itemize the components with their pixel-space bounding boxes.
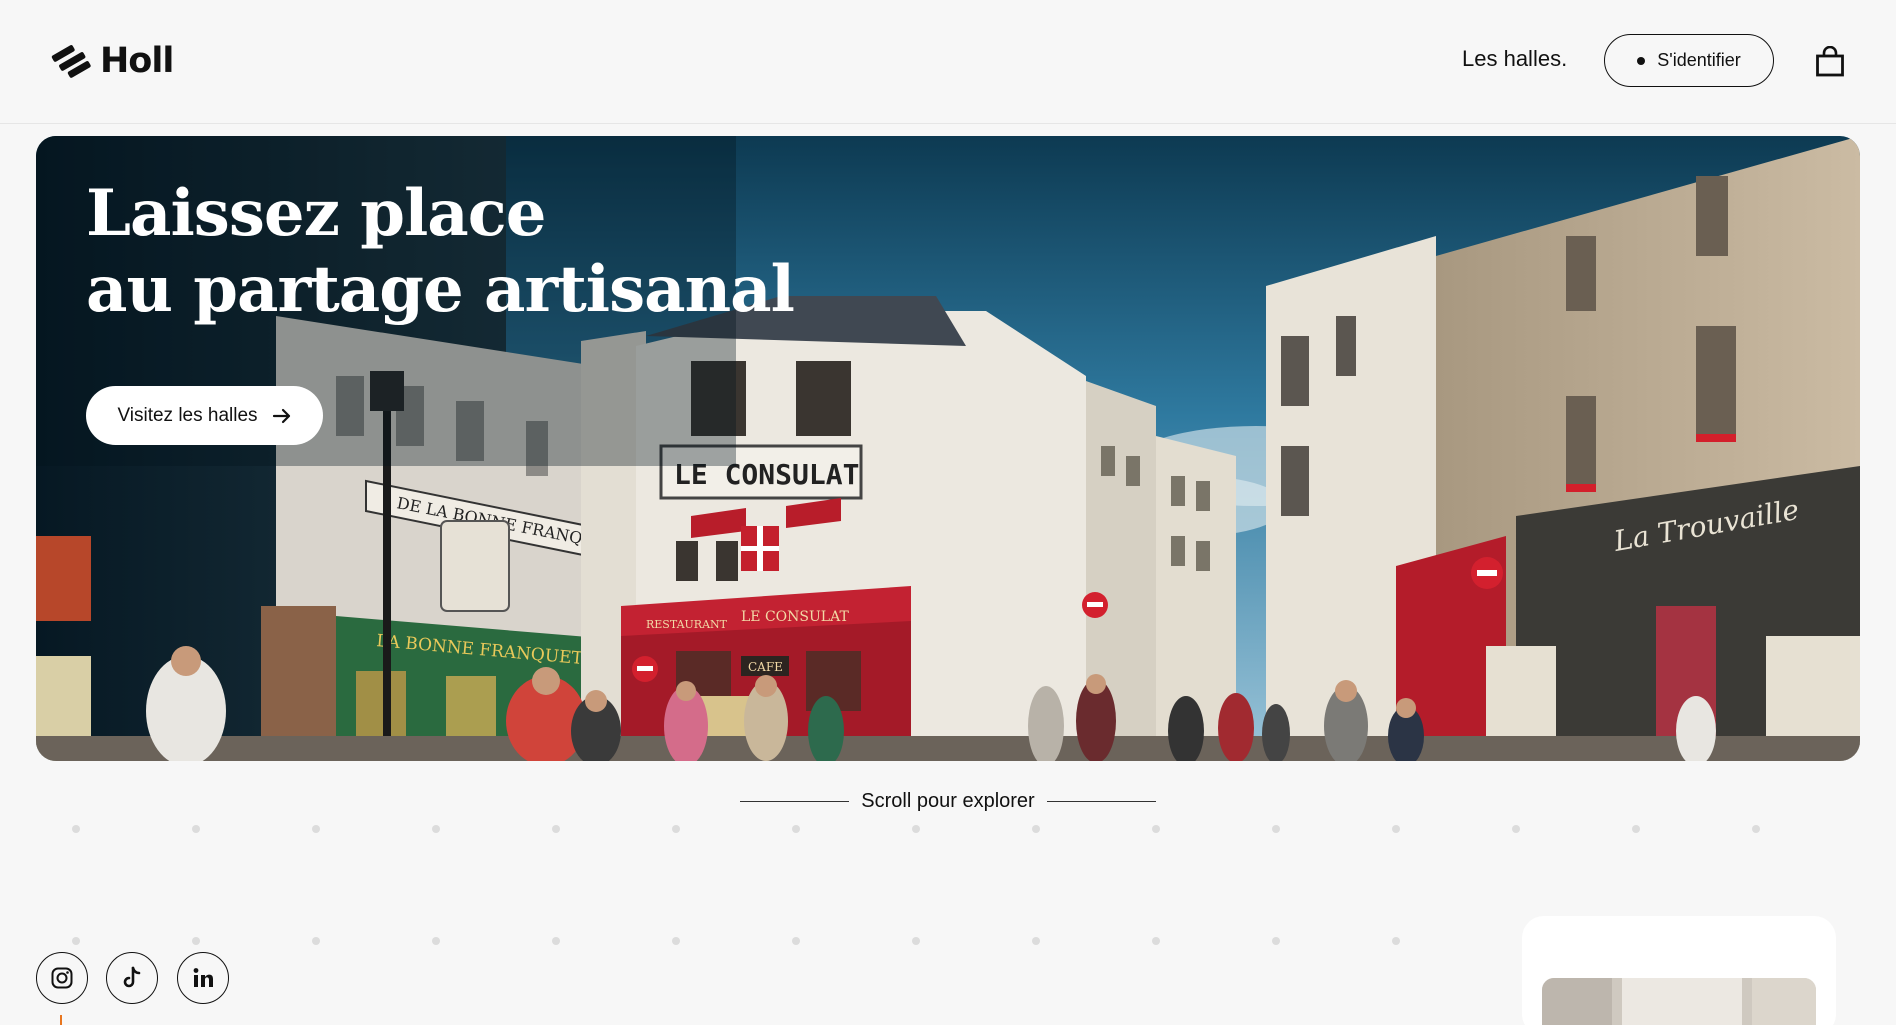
grid-dot [672, 937, 680, 945]
grid-dot [312, 937, 320, 945]
grid-dot [1392, 937, 1400, 945]
scroll-hint: Scroll pour explorer [740, 788, 1157, 814]
grid-dot [912, 825, 920, 833]
hero-title-line-1: Laissez place [86, 176, 546, 251]
login-button[interactable]: S'identifier [1604, 34, 1774, 87]
hero-title: Laissez place au partage artisanal [86, 176, 795, 328]
grid-dot [672, 825, 680, 833]
login-button-label: S'identifier [1657, 50, 1741, 70]
status-dot-icon [1637, 56, 1646, 65]
grid-dot [192, 825, 200, 833]
grid-dot [792, 937, 800, 945]
grid-dot [312, 825, 320, 833]
grid-dot [1272, 825, 1280, 833]
tiktok-link[interactable] [106, 952, 158, 1004]
grid-dot [1032, 825, 1040, 833]
hero-banner: DE LA BONNE FRANQUETTE LA BONNE FRANQUET… [36, 136, 1860, 761]
hero-title-line-2: au partage artisanal [86, 252, 795, 327]
grid-dot [1032, 937, 1040, 945]
grid-dot [192, 937, 200, 945]
brand-logo[interactable]: Holl [48, 40, 174, 82]
grid-dot [1752, 825, 1760, 833]
sign-consulat-awning: LE CONSULAT [741, 609, 849, 625]
product-card[interactable] [1522, 916, 1836, 1025]
instagram-icon [51, 967, 73, 989]
grid-dot [432, 937, 440, 945]
product-photo [1542, 978, 1816, 1025]
linkedin-icon [193, 968, 213, 987]
sign-cafe: CAFE [748, 660, 783, 674]
accent-tick [60, 1015, 62, 1025]
product-card-image [1542, 978, 1816, 1025]
grid-dot [1632, 825, 1640, 833]
scroll-hint-text: Scroll pour explorer [861, 789, 1035, 812]
grid-dot [1152, 937, 1160, 945]
arrow-right-icon [272, 408, 290, 423]
holl-logo-icon [51, 45, 91, 78]
grid-dot [432, 825, 440, 833]
scroll-hint-line-left [740, 800, 850, 802]
tiktok-icon [123, 966, 141, 988]
scroll-hint-line-right [1046, 800, 1157, 802]
grid-dot [552, 825, 560, 833]
grid-dot [552, 937, 560, 945]
visit-halles-button[interactable]: Visitez les halles [86, 386, 323, 445]
sign-restaurant: RESTAURANT [646, 618, 728, 631]
nav-link-les-halles[interactable]: Les halles. [1462, 46, 1567, 72]
grid-dot [72, 937, 80, 945]
grid-dot [1272, 937, 1280, 945]
site-header: Holl Les halles. S'identifier [0, 0, 1896, 124]
grid-dot [1152, 825, 1160, 833]
grid-dot [792, 825, 800, 833]
instagram-link[interactable] [36, 952, 88, 1004]
linkedin-link[interactable] [177, 952, 229, 1004]
grid-dot [912, 937, 920, 945]
grid-dot [1512, 825, 1520, 833]
visit-halles-label: Visitez les halles [117, 404, 258, 426]
grid-dot [72, 825, 80, 833]
brand-name: Holl [100, 41, 174, 81]
shopping-bag-icon[interactable] [1815, 46, 1845, 78]
grid-dot [1392, 825, 1400, 833]
